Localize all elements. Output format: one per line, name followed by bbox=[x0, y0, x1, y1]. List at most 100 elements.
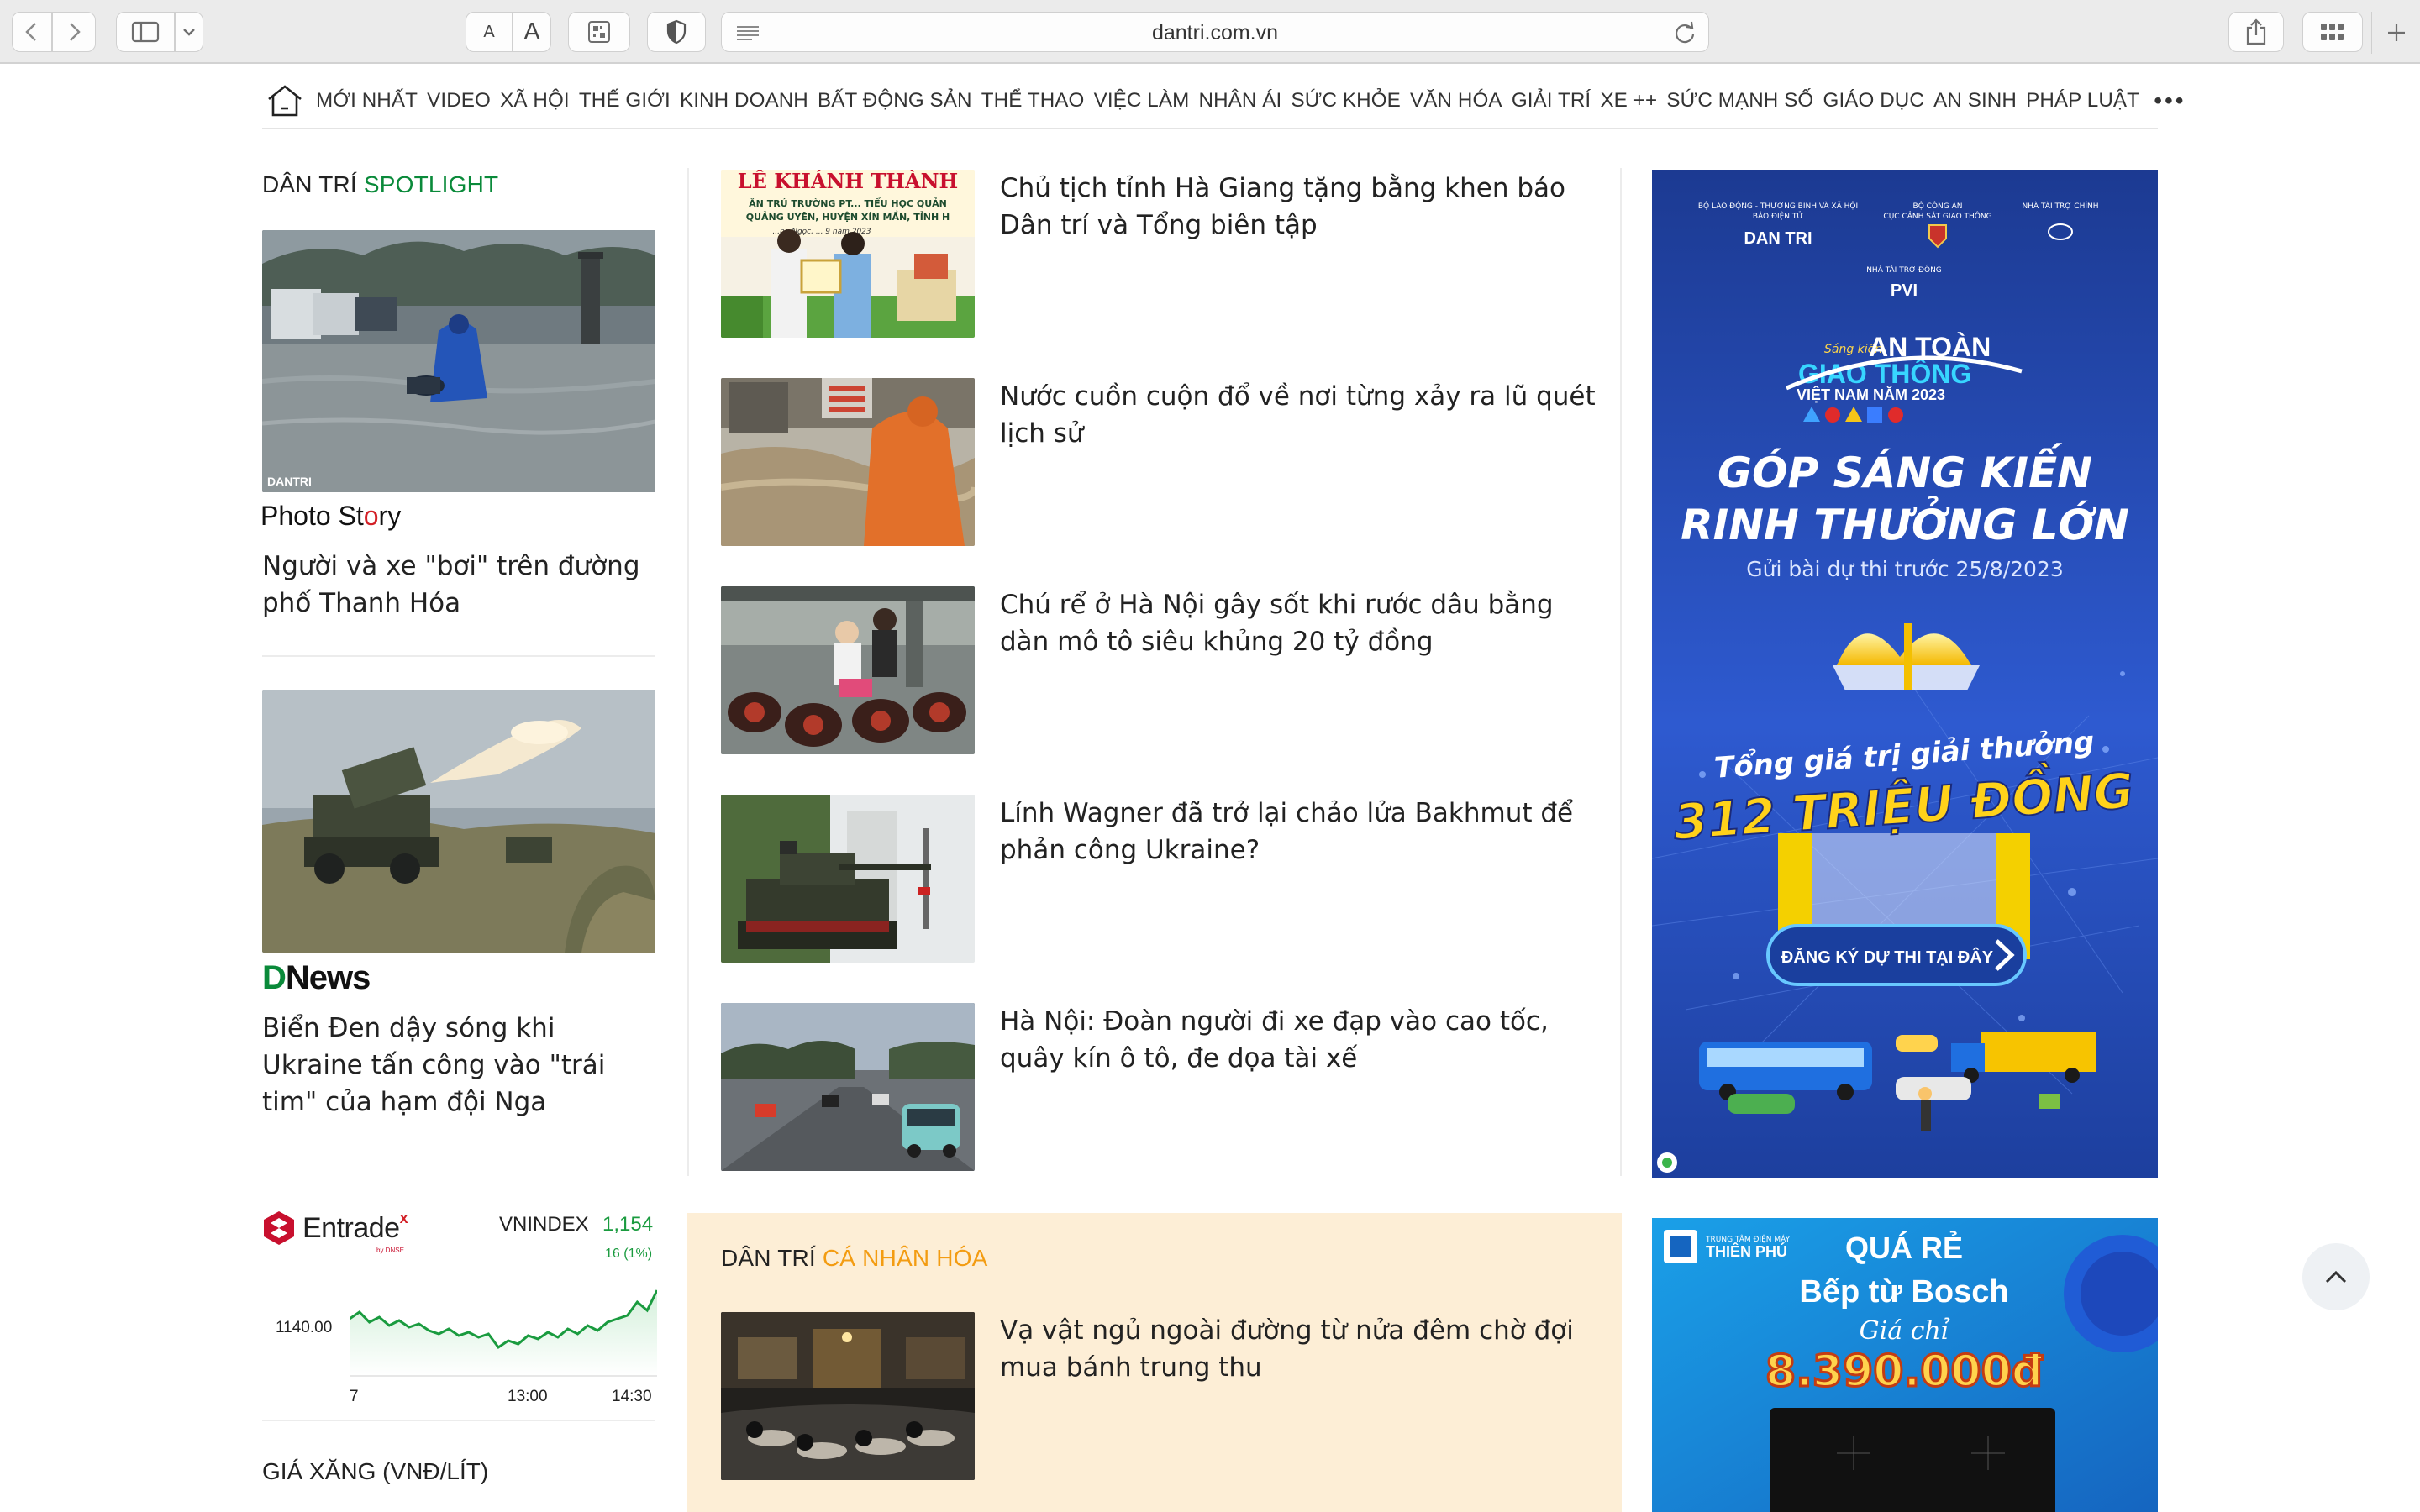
entrade-logo: Entrade x bbox=[262, 1210, 408, 1247]
register-cta-button[interactable]: ĐĂNG KÝ DỰ THI TẠI ĐÂY bbox=[1766, 924, 2027, 986]
contest-line3: VIỆT NAM NĂM 2023 bbox=[1797, 386, 1945, 403]
news-title[interactable]: Lính Wagner đã trở lại chảo lửa Bakhmut … bbox=[1000, 795, 1605, 869]
text-large-label: A bbox=[523, 18, 540, 45]
personal-news-title[interactable]: Vạ vật ngủ ngoài đường từ nửa đêm chờ đợ… bbox=[1000, 1312, 1605, 1386]
translate-button[interactable] bbox=[568, 12, 630, 52]
sponsor1-logo: DAN TRI bbox=[1744, 229, 1812, 248]
nav-item[interactable]: SỨC MẠNH SỐ bbox=[1666, 89, 1813, 113]
browser-toolbar: A A dantri.com.vn bbox=[0, 0, 2420, 64]
photo-story-text-b: ry bbox=[378, 501, 402, 531]
sidebar-icon bbox=[131, 21, 160, 43]
spotlight-heading: DÂN TRÍ SPOTLIGHT bbox=[262, 171, 498, 198]
entrade-sub: by DNSE bbox=[376, 1247, 404, 1254]
news-image-wedding[interactable] bbox=[721, 586, 975, 754]
stock-separator bbox=[262, 1420, 655, 1421]
nav-item[interactable]: SỨC KHỎE bbox=[1292, 89, 1401, 113]
register-cta-label: ĐĂNG KÝ DỰ THI TẠI ĐÂY bbox=[1781, 947, 1994, 967]
news-image-highway[interactable] bbox=[721, 1003, 975, 1171]
personal-heading: DÂN TRÍ CÁ NHÂN HÓA bbox=[721, 1245, 988, 1272]
nav-more-button[interactable]: ••• bbox=[2154, 87, 2186, 114]
share-icon bbox=[2246, 18, 2266, 45]
bosch-cooktop-ad[interactable]: TRUNG TÂM ĐIỆN MÁY THIÊN PHÚ QUÁ RẺ Bếp … bbox=[1652, 1218, 2158, 1512]
bosch-line1: QUÁ RẺ bbox=[1845, 1231, 1963, 1265]
nav-item[interactable]: AN SINH bbox=[1933, 89, 2017, 113]
news-image-flood[interactable] bbox=[721, 378, 975, 546]
ad-headline-1: GÓP SÁNG KIẾN bbox=[1718, 443, 2092, 497]
back-button[interactable] bbox=[12, 12, 52, 52]
address-bar[interactable]: dantri.com.vn bbox=[721, 12, 1709, 52]
url-text: dantri.com.vn bbox=[1151, 21, 1279, 45]
shield-icon bbox=[666, 19, 687, 45]
chevron-right-icon bbox=[70, 23, 81, 41]
sidebar-toggle-button[interactable] bbox=[116, 12, 175, 52]
nav-item[interactable]: KINH DOANH bbox=[680, 89, 808, 113]
news-image-tank[interactable] bbox=[721, 795, 975, 963]
news-title[interactable]: Hà Nội: Đoàn người đi xe đạp vào cao tốc… bbox=[1000, 1003, 1605, 1077]
nav-item[interactable]: VIỆC LÀM bbox=[1094, 89, 1190, 113]
nav-item[interactable]: THỂ THAO bbox=[981, 89, 1085, 113]
nav-item[interactable]: GIẢI TRÍ bbox=[1512, 89, 1591, 113]
column-divider-left bbox=[687, 168, 689, 1176]
personalized-section: DÂN TRÍ CÁ NHÂN HÓA Vạ vật ngủ ngoài đườ… bbox=[687, 1213, 1622, 1512]
home-icon[interactable] bbox=[266, 81, 304, 121]
bosch-price: 8.390.000đ bbox=[1765, 1347, 2043, 1397]
news-title[interactable]: Chủ tịch tỉnh Hà Giang tặng bằng khen bá… bbox=[1000, 170, 1605, 244]
chevron-up-icon bbox=[2325, 1270, 2347, 1284]
dnews-logo: DNews bbox=[262, 959, 371, 997]
nav-item[interactable]: VIDEO bbox=[427, 89, 491, 113]
spotlight-heading-prefix: DÂN TRÍ bbox=[262, 171, 364, 197]
share-button[interactable] bbox=[2228, 12, 2284, 52]
stock-widget[interactable]: Entrade x by DNSE VNINDEX 1,154 16 (1%) … bbox=[262, 1210, 657, 1420]
new-tab-button[interactable] bbox=[2371, 12, 2420, 54]
traffic-safety-ad[interactable]: BỘ LAO ĐỘNG - THƯƠNG BINH VÀ XÃ HỘI BÁO … bbox=[1652, 170, 2158, 1178]
translate-icon bbox=[588, 21, 610, 43]
tab-overview-button[interactable] bbox=[2302, 12, 2363, 52]
dnews-story-title[interactable]: Biển Đen dậy sóng khi Ukraine tấn công v… bbox=[262, 1010, 660, 1121]
nav-item[interactable]: PHÁP LUẬT bbox=[2026, 89, 2139, 113]
spotlight-story-title[interactable]: Người và xe "bơi" trên đường phố Thanh H… bbox=[262, 548, 657, 622]
index-name: VNINDEX bbox=[499, 1213, 589, 1236]
photo-story-text-a: Photo St bbox=[260, 501, 364, 531]
nav-item[interactable]: BẤT ĐỘNG SẢN bbox=[818, 89, 972, 113]
nav-item[interactable]: THẾ GIỚI bbox=[579, 89, 671, 113]
dnews-logo-d: D bbox=[262, 959, 287, 996]
nav-item[interactable]: GIÁO DỤC bbox=[1823, 89, 1924, 113]
cosponsor-logo: PVI bbox=[1891, 281, 1918, 300]
privacy-report-button[interactable] bbox=[647, 12, 706, 52]
bosch-line3: Giá chỉ bbox=[1860, 1316, 1950, 1346]
news-title[interactable]: Nước cuồn cuộn đổ về nơi từng xảy ra lũ … bbox=[1000, 378, 1605, 452]
personal-heading-prefix: DÂN TRÍ bbox=[721, 1245, 823, 1271]
index-value: 1,154 bbox=[602, 1213, 654, 1236]
scroll-to-top-button[interactable] bbox=[2302, 1243, 2370, 1310]
nav-item[interactable]: MỚI NHẤT bbox=[316, 89, 418, 113]
chevron-down-icon bbox=[183, 29, 195, 36]
nav-divider bbox=[262, 128, 2158, 129]
store-name: THIÊN PHÚ bbox=[1706, 1242, 1787, 1260]
forward-button[interactable] bbox=[52, 12, 96, 52]
nav-item[interactable]: VĂN HÓA bbox=[1410, 89, 1502, 113]
nav-item[interactable]: NHÂN ÁI bbox=[1199, 89, 1282, 113]
text-larger-button[interactable]: A bbox=[513, 12, 551, 52]
tab-group-dropdown[interactable] bbox=[175, 12, 203, 52]
news-image-night-queue[interactable] bbox=[721, 1312, 975, 1480]
reload-icon[interactable] bbox=[1673, 21, 1697, 48]
news-image-award[interactable]: LÊ KHÁNH THÀNH ĂN TRÚ TRƯỜNG PT... TIỂU … bbox=[721, 170, 975, 338]
flood-story-image[interactable]: DANTRI bbox=[262, 230, 655, 492]
chart-x-label: 13:00 bbox=[508, 1388, 548, 1405]
entrade-brand-sup: x bbox=[399, 1209, 408, 1226]
rocket-story-image[interactable] bbox=[262, 690, 655, 953]
text-smaller-button[interactable]: A bbox=[466, 12, 513, 52]
bosch-line2: Bếp từ Bosch bbox=[1799, 1274, 2008, 1310]
nav-item[interactable]: XÃ HỘI bbox=[500, 89, 570, 113]
entrade-brand: Entrade bbox=[302, 1211, 400, 1244]
personal-heading-accent: CÁ NHÂN HÓA bbox=[822, 1245, 988, 1271]
main-navigation: MỚI NHẤT VIDEO XÃ HỘI THẾ GIỚI KINH DOAN… bbox=[0, 66, 2420, 128]
chart-y-label: 1140.00 bbox=[276, 1319, 333, 1336]
left-separator bbox=[262, 655, 655, 657]
news-title[interactable]: Chú rể ở Hà Nội gây sốt khi rước dâu bằn… bbox=[1000, 586, 1605, 660]
fuel-price-title: GIÁ XĂNG (VNĐ/LÍT) bbox=[262, 1458, 489, 1484]
award-banner-line-1: ĂN TRÚ TRƯỜNG PT... TIỂU HỌC QUẢN bbox=[749, 197, 947, 209]
image-watermark: DANTRI bbox=[267, 475, 312, 488]
sponsor2-line1: BỘ CÔNG AN bbox=[1913, 201, 1963, 211]
nav-item[interactable]: XE ++ bbox=[1600, 89, 1657, 113]
